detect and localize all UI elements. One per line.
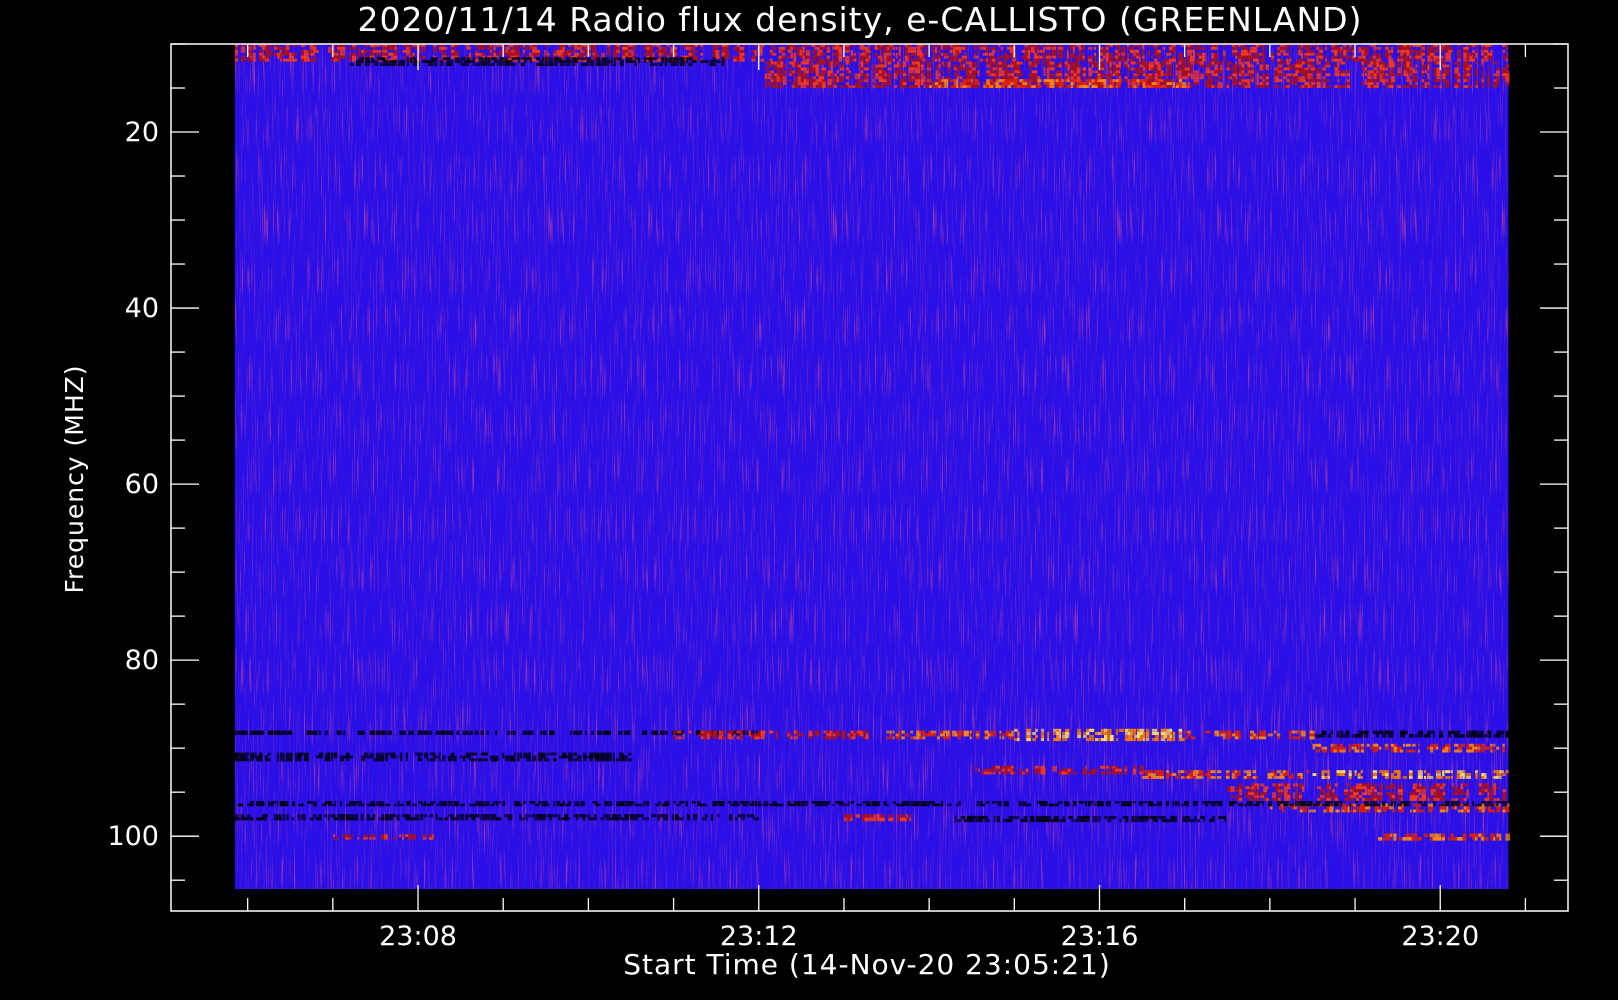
y-tick-label: 20 [125, 117, 159, 148]
x-tick-label: 23:08 [379, 921, 457, 952]
spectrogram-chart: 2020/11/14 Radio flux density, e-CALLIST… [60, 0, 1569, 981]
y-tick-label: 80 [125, 645, 159, 676]
x-tick-label: 23:20 [1401, 921, 1479, 952]
chart-title: 2020/11/14 Radio flux density, e-CALLIST… [358, 0, 1363, 39]
y-tick-label: 100 [107, 821, 159, 852]
y-tick-label: 40 [125, 293, 159, 324]
plot-area [234, 44, 1511, 889]
spectrogram-noise [234, 44, 1509, 889]
y-tick-label: 60 [125, 469, 159, 500]
emission-band [1142, 770, 1310, 779]
x-axis-label: Start Time (14-Nov-20 23:05:21) [623, 948, 1111, 981]
y-axis-label: Frequency (MHZ) [60, 364, 89, 593]
